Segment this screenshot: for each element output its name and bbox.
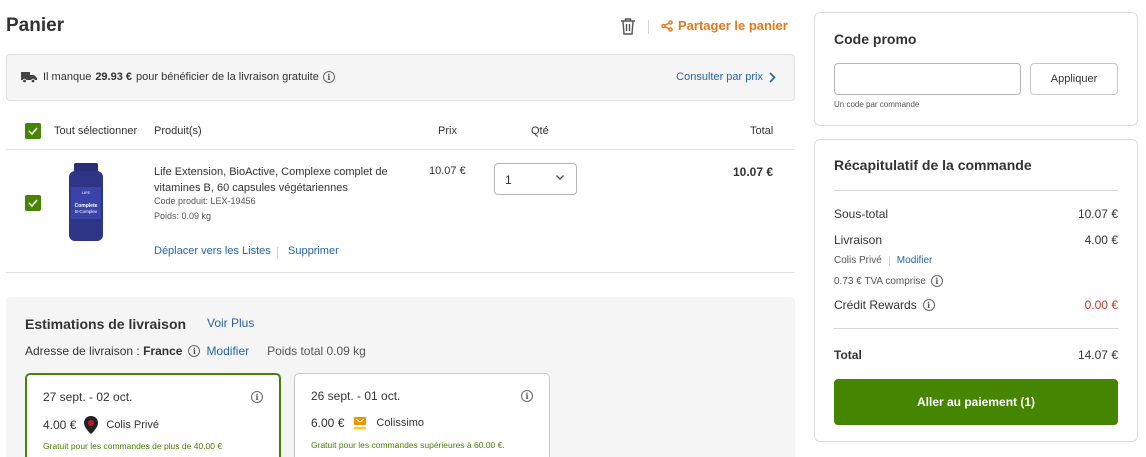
info-icon[interactable]: i <box>251 391 263 403</box>
shipping-estimates-title: Estimations de livraison <box>25 316 187 332</box>
total-label: Total <box>834 348 862 362</box>
order-summary-panel: Récapitulatif de la commande Sous-total … <box>814 139 1138 442</box>
quantity-select[interactable]: 1 <box>494 163 577 195</box>
rewards-row: Crédit Rewards i <box>834 298 935 312</box>
subtotal-value: 10.07 € <box>1077 207 1118 221</box>
chevron-down-icon <box>556 175 564 180</box>
rewards-label: Crédit Rewards <box>834 298 917 312</box>
info-icon[interactable]: i <box>521 390 533 402</box>
shipping-option-colissimo[interactable]: 26 sept. - 01 oct. i 6.00 € Colissimo Gr… <box>294 373 550 457</box>
product-weight: Poids: 0.09 kg <box>154 211 212 221</box>
delivery-carrier-row: Colis Privé Modifier <box>834 255 932 266</box>
shipping-price-row: 4.00 € Colis Privé <box>43 416 159 434</box>
rewards-value: 0.00 € <box>1084 298 1118 312</box>
info-icon[interactable]: i <box>322 71 335 83</box>
vat-included: 0.73 € TVA comprise <box>834 275 926 287</box>
info-icon[interactable]: i <box>930 275 943 287</box>
chevron-right-icon <box>769 71 776 83</box>
share-label: Partager le panier <box>678 18 788 33</box>
banner-amount: 29.93 € <box>95 71 133 83</box>
page-title: Panier <box>6 15 65 36</box>
shipping-address: Adresse de livraison : France i Modifier… <box>25 344 366 358</box>
select-all-label[interactable]: Tout sélectionner <box>54 125 137 137</box>
column-header-qty: Qté <box>531 125 549 137</box>
link-divider <box>277 247 278 259</box>
total-weight: Poids total 0.09 kg <box>267 344 366 358</box>
product-code: Code produit: LEX-19456 <box>154 196 256 206</box>
carrier-divider <box>888 255 890 266</box>
promo-code-panel: Code promo Appliquer Un code par command… <box>814 12 1138 126</box>
header-divider <box>648 20 649 34</box>
trash-icon[interactable] <box>620 17 638 37</box>
truck-icon <box>21 72 37 84</box>
column-header-price: Prix <box>438 125 457 137</box>
carrier-name: Colissimo <box>376 417 425 429</box>
vat-row: 0.73 € TVA comprise i <box>834 275 943 287</box>
colis-prive-logo-icon <box>84 416 99 434</box>
check-icon <box>28 199 38 207</box>
column-header-total: Total <box>750 125 774 137</box>
banner-suffix: pour bénéficier de la livraison gratuite <box>136 71 319 83</box>
delivery-label: Livraison <box>834 233 883 247</box>
delivery-value: 4.00 € <box>1084 233 1118 247</box>
shipping-price: 6.00 € <box>311 416 345 430</box>
table-header-divider <box>6 149 795 150</box>
delivery-carrier: Colis Privé <box>834 255 882 266</box>
svg-text:B-Complex: B-Complex <box>75 209 98 214</box>
summary-divider <box>834 190 1118 191</box>
promo-code-hint: Un code par commande <box>834 100 920 109</box>
subtotal-label: Sous-total <box>834 207 889 221</box>
order-summary-title: Récapitulatif de la commande <box>834 157 1032 173</box>
browse-by-price-link[interactable]: Consulter par prix <box>676 71 776 83</box>
checkout-button[interactable]: Aller au paiement (1) <box>834 379 1118 425</box>
product-image[interactable]: LIFE Complete B-Complex <box>64 163 108 244</box>
free-shipping-note: Gratuit pour les commandes supérieures à… <box>311 440 505 450</box>
select-all-checkbox[interactable] <box>25 123 41 139</box>
svg-text:LIFE: LIFE <box>82 190 91 195</box>
total-value: 14.07 € <box>1077 348 1118 362</box>
address-label: Adresse de livraison : France <box>25 344 183 358</box>
see-more-link[interactable]: Voir Plus <box>207 316 254 330</box>
move-to-list-link[interactable]: Déplacer vers les Listes <box>154 245 271 257</box>
delivery-date: 27 sept. - 02 oct. <box>43 390 133 404</box>
product-name[interactable]: Life Extension, BioActive, Complexe comp… <box>154 164 404 196</box>
remove-item-link[interactable]: Supprimer <box>288 245 339 257</box>
colissimo-logo-icon <box>354 417 367 429</box>
promo-code-input[interactable] <box>834 63 1021 95</box>
shipping-option-colis-prive[interactable]: 27 sept. - 02 oct. i 4.00 € Colis Privé … <box>25 373 281 457</box>
modify-carrier-link[interactable]: Modifier <box>897 255 933 266</box>
share-cart-button[interactable]: Partager le panier <box>661 18 788 33</box>
delivery-date: 26 sept. - 01 oct. <box>311 389 401 403</box>
shipping-price: 4.00 € <box>43 418 77 432</box>
check-icon <box>28 127 38 135</box>
info-icon[interactable]: i <box>188 345 201 357</box>
modify-address-link[interactable]: Modifier <box>206 344 249 358</box>
free-shipping-banner: Il manque 29.93 € pour bénéficier de la … <box>6 54 795 101</box>
info-icon[interactable]: i <box>922 299 935 311</box>
product-price: 10.07 € <box>429 165 466 177</box>
share-icon <box>661 19 673 32</box>
column-header-product: Produit(s) <box>154 125 202 137</box>
promo-code-title: Code promo <box>834 31 917 47</box>
free-shipping-text: Il manque 29.93 € pour bénéficier de la … <box>43 71 335 83</box>
product-total: 10.07 € <box>733 165 774 179</box>
shipping-price-row: 6.00 € Colissimo <box>311 415 424 431</box>
browse-by-price-label: Consulter par prix <box>676 71 763 83</box>
quantity-value: 1 <box>505 173 512 187</box>
banner-prefix: Il manque <box>43 71 92 83</box>
apply-promo-button[interactable]: Appliquer <box>1030 63 1118 95</box>
free-shipping-note: Gratuit pour les commandes de plus de 40… <box>43 441 223 451</box>
summary-divider <box>834 328 1118 329</box>
carrier-name: Colis Privé <box>106 419 159 431</box>
product-checkbox[interactable] <box>25 195 41 211</box>
product-row-divider <box>6 272 795 273</box>
